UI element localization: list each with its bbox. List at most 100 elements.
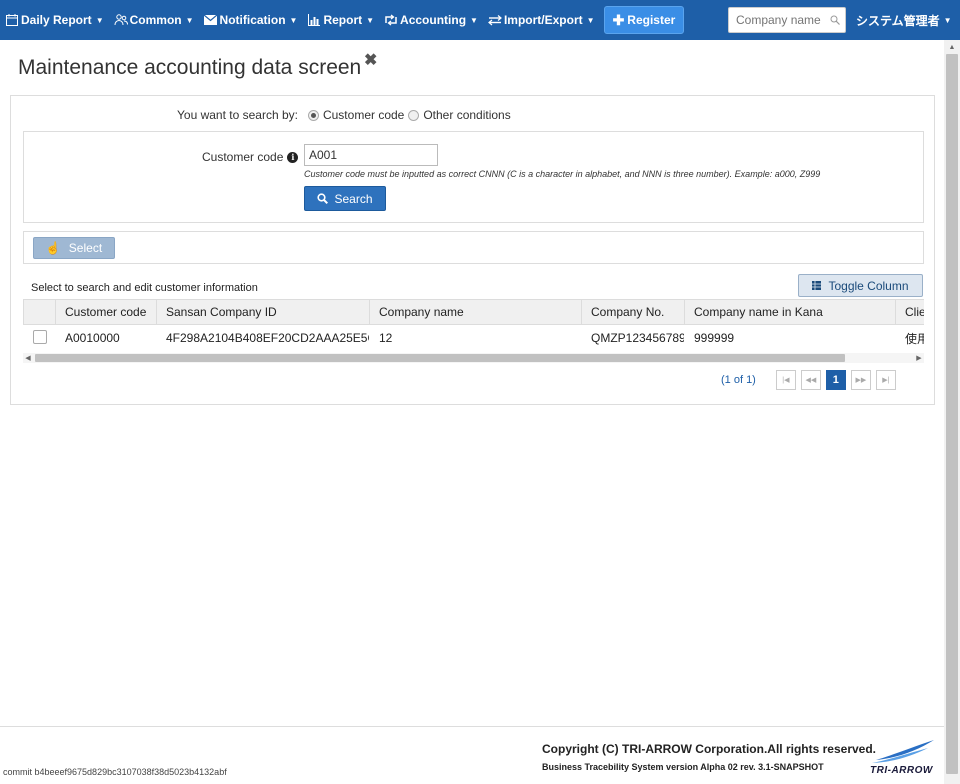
column-header[interactable]: Sansan Company ID bbox=[156, 299, 370, 325]
row-select-cell bbox=[23, 324, 56, 352]
nav-common[interactable]: Common ▼ bbox=[109, 0, 199, 40]
column-header[interactable]: Clie bbox=[895, 299, 924, 325]
user-name: システム管理者 bbox=[856, 13, 940, 28]
caret-down-icon: ▼ bbox=[185, 15, 194, 25]
table-cell: QMZP123456789 bbox=[581, 324, 685, 352]
radio-dot[interactable] bbox=[307, 109, 319, 121]
radio-other-conditions[interactable]: Other conditions bbox=[408, 108, 511, 122]
search-button[interactable]: Search bbox=[304, 186, 386, 211]
envelope-icon bbox=[204, 13, 218, 27]
info-icon: i bbox=[287, 151, 299, 163]
caret-down-icon: ▼ bbox=[366, 15, 375, 25]
column-header[interactable]: Customer code bbox=[55, 299, 157, 325]
vertical-scroll-thumb[interactable] bbox=[946, 54, 958, 774]
results-table: Customer code Sansan Company ID Company … bbox=[23, 299, 924, 352]
select-button[interactable]: ☝ Select bbox=[33, 237, 115, 259]
toggle-column-button[interactable]: Toggle Column bbox=[798, 274, 923, 297]
table-cell: 4F298A2104B408EF20CD2AAA25E5C bbox=[156, 324, 370, 352]
select-toolbar: ☝ Select bbox=[23, 231, 924, 264]
column-header[interactable]: Company name in Kana bbox=[684, 299, 896, 325]
horizontal-scrollbar[interactable]: ◀ ▶ bbox=[23, 353, 924, 363]
search-icon bbox=[317, 193, 329, 204]
retweet-icon bbox=[384, 13, 398, 27]
search-by-row: You want to search by: Customer code Oth… bbox=[177, 108, 515, 122]
hand-pointer-icon: ☝ bbox=[45, 241, 61, 255]
table-icon bbox=[812, 281, 822, 290]
toggle-column-label: Toggle Column bbox=[828, 278, 909, 293]
caret-down-icon: ▼ bbox=[470, 15, 478, 25]
search-icon[interactable] bbox=[828, 13, 842, 27]
customer-code-label: Customer code bbox=[202, 150, 284, 164]
nav-accounting-label: Accounting bbox=[400, 13, 467, 27]
user-menu[interactable]: システム管理者 ▼ bbox=[856, 0, 952, 40]
next-page-button[interactable]: ▶▶ bbox=[850, 370, 871, 390]
copyright-text: Copyright (C) TRI-ARROW Corporation.All … bbox=[542, 742, 877, 756]
table-cell: 12 bbox=[369, 324, 582, 352]
nav-report[interactable]: Report ▼ bbox=[302, 0, 379, 40]
caret-down-icon: ▼ bbox=[289, 15, 298, 25]
nav-common-label: Common bbox=[129, 13, 182, 27]
first-page-button[interactable]: |◀ bbox=[775, 370, 796, 390]
search-button-label: Search bbox=[334, 191, 373, 206]
nav-notification-label: Notification bbox=[219, 13, 286, 27]
nav-report-label: Report bbox=[323, 13, 363, 27]
bar-chart-icon bbox=[307, 13, 321, 27]
nav-notification[interactable]: Notification ▼ bbox=[199, 0, 303, 40]
search-panel: You want to search by: Customer code Oth… bbox=[10, 95, 935, 405]
nav-import-export[interactable]: Import/Export ▼ bbox=[483, 0, 600, 40]
customer-code-input[interactable] bbox=[304, 144, 438, 166]
radio-customer-code-label: Customer code bbox=[322, 108, 405, 122]
logo-text: TRI-ARROW bbox=[870, 765, 933, 776]
nav-daily-report[interactable]: Daily Report ▼ bbox=[0, 0, 109, 40]
search-by-label: You want to search by: bbox=[177, 108, 298, 122]
column-header[interactable]: Company name bbox=[369, 299, 582, 325]
caret-down-icon: ▼ bbox=[95, 15, 104, 25]
page-title: Maintenance accounting data screen bbox=[18, 56, 362, 79]
vertical-scrollbar[interactable]: ▲ bbox=[944, 40, 960, 784]
company-search-input[interactable] bbox=[734, 9, 828, 31]
results-caption: Select to search and edit customer infor… bbox=[31, 282, 258, 294]
users-icon bbox=[114, 13, 128, 27]
customer-code-label-row: Customer code i bbox=[202, 150, 299, 164]
table-cell: 999999 bbox=[684, 324, 896, 352]
customer-code-hint: Customer code must be inputted as correc… bbox=[304, 169, 821, 179]
tri-arrow-logo: TRI-ARROW bbox=[870, 738, 942, 778]
close-icon[interactable]: ✖ bbox=[364, 50, 377, 70]
table-row[interactable]: A0010000 4F298A2104B408EF20CD2AAA25E5C 1… bbox=[23, 324, 924, 352]
prev-page-button[interactable]: ◀◀ bbox=[800, 370, 821, 390]
nav-accounting[interactable]: Accounting ▼ bbox=[379, 0, 483, 40]
radio-other-conditions-label: Other conditions bbox=[423, 108, 511, 122]
horizontal-scroll-thumb[interactable] bbox=[35, 354, 845, 362]
column-header-select[interactable] bbox=[23, 299, 56, 325]
results-table-wrapper: Customer code Sansan Company ID Company … bbox=[23, 299, 924, 355]
nav-import-export-label: Import/Export bbox=[503, 13, 583, 27]
search-conditions-box: Customer code i Customer code must be in… bbox=[23, 131, 924, 223]
calendar-icon bbox=[5, 13, 19, 27]
scroll-up-icon[interactable]: ▲ bbox=[944, 42, 960, 52]
caret-down-icon: ▼ bbox=[943, 15, 952, 25]
register-label: Register bbox=[627, 13, 676, 27]
version-text: Business Tracebility System version Alph… bbox=[542, 762, 824, 772]
pagination: (1 of 1) |◀ ◀◀ 1 ▶▶ ▶| bbox=[721, 370, 901, 390]
footer: commit b4beeef9675d829bc3107038f38d5023b… bbox=[0, 726, 944, 784]
company-search-box bbox=[728, 7, 846, 33]
scroll-left-icon[interactable]: ◀ bbox=[23, 353, 33, 363]
commit-hash: commit b4beeef9675d829bc3107038f38d5023b… bbox=[3, 767, 227, 777]
column-header[interactable]: Company No. bbox=[581, 299, 685, 325]
plus-icon: ✚ bbox=[612, 11, 625, 28]
pagination-info: (1 of 1) bbox=[721, 374, 756, 386]
radio-customer-code[interactable]: Customer code bbox=[307, 108, 405, 122]
exchange-icon bbox=[488, 13, 502, 27]
nav-daily-report-label: Daily Report bbox=[21, 13, 92, 27]
table-header-row: Customer code Sansan Company ID Company … bbox=[23, 299, 924, 325]
row-checkbox[interactable] bbox=[33, 329, 47, 344]
last-page-button[interactable]: ▶| bbox=[875, 370, 896, 390]
logo-swoosh-icon bbox=[872, 740, 934, 763]
register-button[interactable]: ✚ Register bbox=[603, 6, 685, 34]
caret-down-icon: ▼ bbox=[586, 15, 595, 25]
select-button-label: Select bbox=[68, 241, 103, 255]
scroll-right-icon[interactable]: ▶ bbox=[914, 353, 924, 363]
page-number-button[interactable]: 1 bbox=[825, 370, 846, 390]
radio-dot[interactable] bbox=[408, 109, 420, 121]
table-cell: 使用 bbox=[895, 324, 924, 352]
